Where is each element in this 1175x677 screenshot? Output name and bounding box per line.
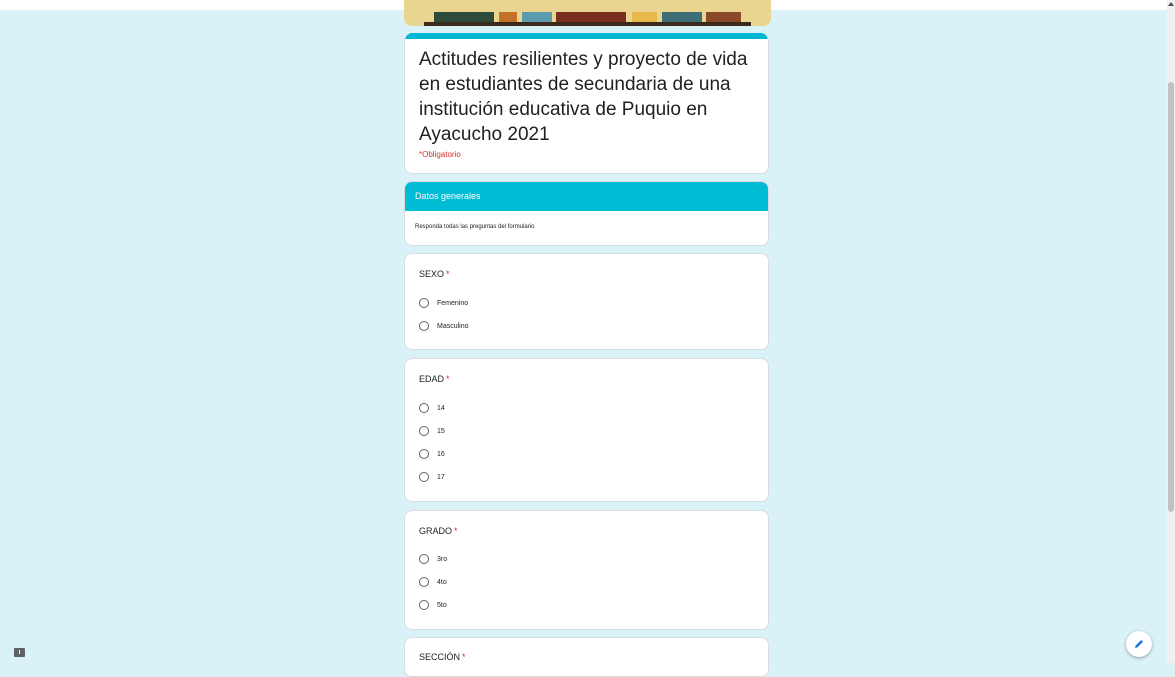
scroll-up-arrow-icon[interactable] [1168,2,1174,6]
option-17[interactable]: 17 [419,471,445,483]
form-title-card: Actitudes resilientes y proyecto de vida… [404,33,769,174]
scrollbar[interactable] [1167,0,1175,663]
question-card-seccion: SECCIÓN * [404,637,769,677]
radio-button[interactable] [419,321,429,331]
question-card-edad: EDAD * 14 15 16 17 [404,358,769,502]
question-card-sexo: SEXO * Femenino Masculino [404,253,769,350]
question-title: GRADO * [419,526,458,536]
question-title: EDAD * [419,374,450,384]
radio-button[interactable] [419,472,429,482]
option-femenino[interactable]: Femenino [419,297,468,309]
radio-button[interactable] [419,426,429,436]
option-3ro[interactable]: 3ro [419,553,447,565]
radio-button[interactable] [419,554,429,564]
option-16[interactable]: 16 [419,448,445,460]
question-title: SEXO * [419,269,450,279]
option-14[interactable]: 14 [419,402,445,414]
section-card: Datos generales Responda todas las pregu… [404,181,769,246]
option-4to[interactable]: 4to [419,576,447,588]
option-15[interactable]: 15 [419,425,445,437]
feedback-icon[interactable] [14,648,25,657]
radio-button[interactable] [419,449,429,459]
radio-button[interactable] [419,298,429,308]
required-note: *Obligatorio [419,150,461,159]
form-title: Actitudes resilientes y proyecto de vida… [419,49,748,145]
option-5to[interactable]: 5to [419,599,447,611]
header-banner-image [404,0,771,26]
option-masculino[interactable]: Masculino [419,320,469,332]
radio-button[interactable] [419,577,429,587]
question-card-grado: GRADO * 3ro 4to 5to [404,510,769,630]
section-description: Responda todas las preguntas del formula… [415,224,535,230]
question-title: SECCIÓN * [419,652,466,662]
scrollbar-thumb[interactable] [1168,82,1174,512]
radio-button[interactable] [419,600,429,610]
radio-button[interactable] [419,403,429,413]
section-title: Datos generales [405,182,768,211]
edit-button[interactable] [1126,631,1152,657]
pencil-icon [1135,640,1143,648]
title-accent-bar [405,33,768,39]
